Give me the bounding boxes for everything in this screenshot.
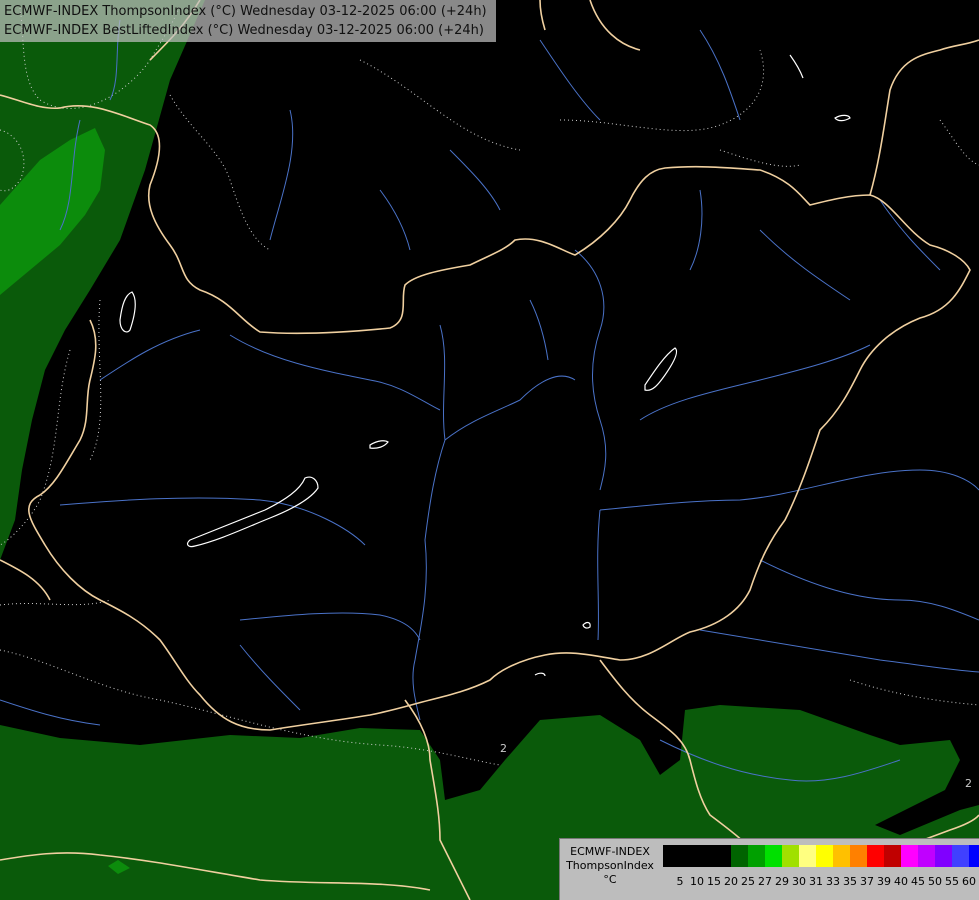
legend-swatch bbox=[952, 845, 969, 867]
legend-swatch bbox=[731, 845, 748, 867]
legend-swatch bbox=[850, 845, 867, 867]
legend-parameter: ThompsonIndex bbox=[566, 859, 654, 872]
contour-label: 2 bbox=[500, 742, 507, 755]
legend-swatch bbox=[782, 845, 799, 867]
legend-swatches bbox=[663, 845, 979, 867]
legend-swatch bbox=[884, 845, 901, 867]
legend-unit: °C bbox=[603, 873, 617, 886]
legend-label: ECMWF-INDEX ThompsonIndex °C bbox=[562, 845, 658, 887]
legend-tick: 60 bbox=[962, 875, 976, 888]
legend-swatch bbox=[833, 845, 850, 867]
title-line-thompson: ECMWF-INDEX ThompsonIndex (°C) Wednesday… bbox=[4, 4, 487, 19]
weather-map: 2 2 2 bbox=[0, 0, 979, 900]
legend-swatch bbox=[680, 845, 697, 867]
legend-swatch bbox=[765, 845, 782, 867]
contour-label: 2 bbox=[965, 777, 972, 790]
legend-swatch bbox=[748, 845, 765, 867]
legend-swatch bbox=[714, 845, 731, 867]
legend-swatch bbox=[697, 845, 714, 867]
legend-swatch bbox=[918, 845, 935, 867]
legend-model: ECMWF-INDEX bbox=[570, 845, 650, 858]
legend-swatch bbox=[799, 845, 816, 867]
legend-swatch bbox=[663, 845, 680, 867]
legend-swatch bbox=[867, 845, 884, 867]
title-line-lifted: ECMWF-INDEX BestLiftedIndex (°C) Wednesd… bbox=[4, 23, 484, 38]
legend-swatch bbox=[816, 845, 833, 867]
legend-swatch bbox=[969, 845, 979, 867]
map-title-box: ECMWF-INDEX ThompsonIndex (°C) Wednesday… bbox=[0, 0, 496, 42]
legend-swatch bbox=[901, 845, 918, 867]
legend-swatch bbox=[935, 845, 952, 867]
color-legend: ECMWF-INDEX ThompsonIndex °C 5 10 15 20 25 27… bbox=[559, 838, 979, 900]
